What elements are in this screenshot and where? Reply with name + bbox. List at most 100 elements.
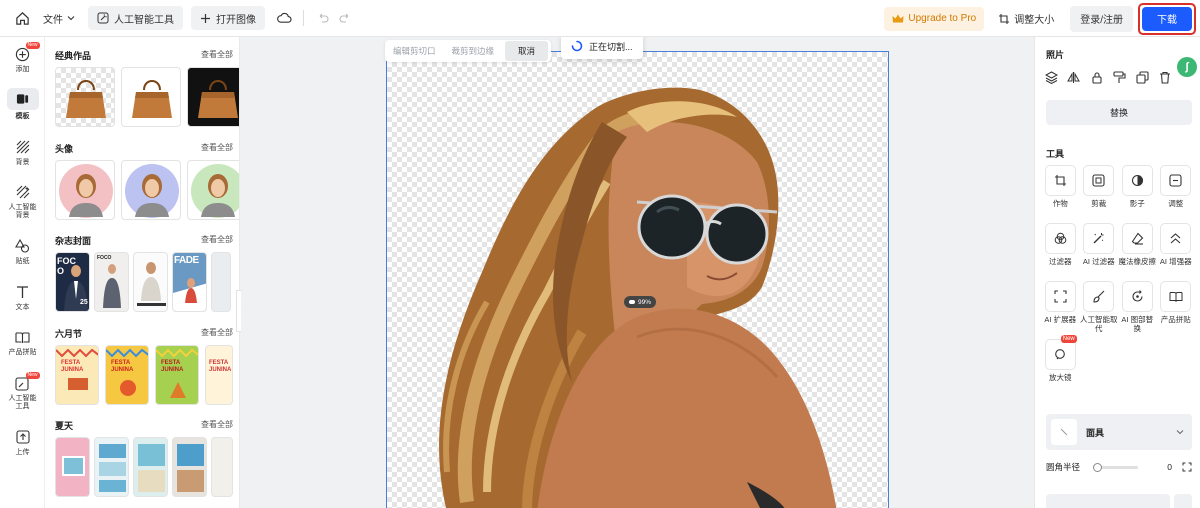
tool-ai-filter[interactable]: AI 过滤器 <box>1080 223 1119 279</box>
view-all-link[interactable]: 查看全部 <box>201 49 233 62</box>
tool-adjust[interactable]: 调整 <box>1157 165 1196 221</box>
summer-template-thumbnail[interactable] <box>211 437 233 497</box>
ai-tools-button[interactable]: 人工智能工具 <box>88 6 183 30</box>
magazine-template-thumbnail[interactable]: FOCO 25 <box>55 252 90 312</box>
bag-template-thumbnail[interactable] <box>55 67 115 127</box>
rail-item-add[interactable]: New 添加 <box>0 42 45 74</box>
slider-knob[interactable] <box>1093 462 1103 472</box>
avatar-template-thumbnail[interactable] <box>187 160 239 220</box>
open-image-button[interactable]: 打开图像 <box>191 6 265 30</box>
portrait-image <box>125 164 179 218</box>
bag-template-thumbnail[interactable] <box>187 67 239 127</box>
rail-item-ai-background[interactable]: 人工智能背景 <box>0 183 45 220</box>
man-coat-image <box>103 264 121 308</box>
magazine-title-text: FOCO <box>97 255 112 261</box>
crop-to-edge-button[interactable]: 裁剪到边缘 <box>444 45 503 57</box>
resize-button[interactable]: 调整大小 <box>998 11 1054 26</box>
redo-icon[interactable] <box>334 7 356 29</box>
festival-template-thumbnail[interactable]: FESTA JUNINA <box>155 345 199 405</box>
tool-magic-eraser[interactable]: 魔法橡皮擦 <box>1118 223 1157 279</box>
summer-template-thumbnail[interactable] <box>94 437 129 497</box>
section-header: 夏天 查看全部 <box>55 419 233 432</box>
festival-template-thumbnail[interactable]: FESTA JUNINA <box>55 345 99 405</box>
more-panel-button[interactable] <box>1174 494 1192 508</box>
upgrade-button[interactable]: Upgrade to Pro <box>884 6 985 31</box>
section-title: 经典作品 <box>55 51 92 61</box>
download-button[interactable]: 下载 <box>1142 6 1192 31</box>
rail-item-upload[interactable]: 上传 <box>0 428 45 457</box>
tool-magnifier[interactable]: New 放大镜 <box>1041 335 1080 395</box>
book-open-icon <box>13 328 33 346</box>
summer-template-thumbnail[interactable] <box>133 437 168 497</box>
undo-icon[interactable] <box>312 7 334 29</box>
rail-item-text[interactable]: 文本 <box>0 283 45 312</box>
tool-ai-enhancer[interactable]: AI 增强器 <box>1157 223 1196 279</box>
edit-cutout-button[interactable]: 编辑剪切口 <box>385 45 444 57</box>
file-menu[interactable]: 文件 <box>43 11 75 26</box>
rail-item-templates[interactable]: 模板 <box>0 88 45 121</box>
login-button[interactable]: 登录/注册 <box>1070 5 1133 32</box>
tool-filter[interactable]: 过滤器 <box>1041 223 1080 279</box>
templates-icon <box>6 88 39 110</box>
chevron-down-icon <box>67 16 75 21</box>
photo-layer[interactable] <box>386 51 889 508</box>
new-badge: New <box>25 372 40 379</box>
rail-item-stickers[interactable]: 贴纸 <box>0 237 45 266</box>
crown-icon <box>892 14 904 22</box>
bag-template-thumbnail[interactable] <box>121 67 181 127</box>
divider <box>303 10 304 26</box>
tool-ai-partial-replace[interactable]: AI 图部替换 <box>1118 281 1157 337</box>
festival-template-thumbnail[interactable]: FESTA JUNINA <box>205 345 233 405</box>
magazine-template-thumbnail[interactable] <box>211 252 231 312</box>
summer-template-thumbnail[interactable] <box>55 437 90 497</box>
layers-icon[interactable] <box>1043 69 1059 85</box>
view-all-link[interactable]: 查看全部 <box>201 142 233 155</box>
section-title: 夏天 <box>55 421 74 431</box>
book-open-icon <box>1160 281 1192 312</box>
festival-template-thumbnail[interactable]: FESTA JUNINA <box>105 345 149 405</box>
tool-product-collage[interactable]: 产品拼贴 <box>1157 281 1196 337</box>
templates-panel: 经典作品 查看全部 头像 查看全部 杂志封面 查看全部 FOCO 25 FOCO… <box>45 37 240 508</box>
rail-item-ai-tools[interactable]: New 人工智能工具 <box>0 372 45 411</box>
rail-item-product-collage[interactable]: 产品拼贴 <box>0 328 45 357</box>
user-avatar[interactable]: ʃ <box>1177 57 1197 77</box>
cloud-save-icon[interactable] <box>273 7 295 29</box>
cutout-toolbar: 编辑剪切口 裁剪到边缘 取消 <box>385 40 552 62</box>
text-t-icon <box>13 283 33 301</box>
flip-icon[interactable] <box>1066 69 1082 85</box>
magazine-template-thumbnail[interactable] <box>133 252 168 312</box>
magazine-template-thumbnail[interactable]: FOCO <box>94 252 129 312</box>
mask-selector[interactable]: 面具 <box>1046 414 1192 450</box>
view-all-link[interactable]: 查看全部 <box>201 327 233 340</box>
tool-crop[interactable]: 作物 <box>1041 165 1080 221</box>
cancel-button[interactable]: 取消 <box>505 41 549 61</box>
rail-item-background[interactable]: 背景 <box>0 138 45 167</box>
corner-radius-value[interactable]: 0 <box>1167 462 1172 472</box>
download-label: 下载 <box>1157 15 1177 26</box>
duplicate-icon[interactable] <box>1134 69 1150 85</box>
festival-title-text: FESTA JUNINA <box>209 360 232 373</box>
summer-template-thumbnail[interactable] <box>172 437 207 497</box>
avatar-template-thumbnail[interactable] <box>121 160 181 220</box>
view-all-link[interactable]: 查看全部 <box>201 419 233 432</box>
tool-clip[interactable]: 剪裁 <box>1080 165 1119 221</box>
tool-ai-expander[interactable]: AI 扩展器 <box>1041 281 1080 337</box>
lock-icon[interactable] <box>1089 69 1105 85</box>
zoom-percent: 99% <box>638 298 652 306</box>
thumbnail-row <box>55 437 233 497</box>
magazine-template-thumbnail[interactable]: FADE <box>172 252 207 312</box>
magazine-title-text: FOCO <box>57 256 76 276</box>
corner-radius-slider[interactable] <box>1093 462 1139 472</box>
tool-label: AI 图部替换 <box>1121 315 1154 333</box>
tools-section-title: 工具 <box>1046 149 1065 159</box>
trash-icon[interactable] <box>1157 69 1173 85</box>
tool-ai-replace[interactable]: 人工智能取代 <box>1080 281 1119 337</box>
paint-roller-icon[interactable] <box>1111 69 1127 85</box>
home-icon[interactable] <box>9 5 35 31</box>
replace-label: 替换 <box>1109 108 1128 118</box>
replace-button[interactable]: 替换 <box>1046 100 1192 125</box>
view-all-link[interactable]: 查看全部 <box>201 234 233 247</box>
tool-shadow[interactable]: 影子 <box>1118 165 1157 221</box>
expand-corners-icon[interactable] <box>1182 462 1192 472</box>
avatar-template-thumbnail[interactable] <box>55 160 115 220</box>
